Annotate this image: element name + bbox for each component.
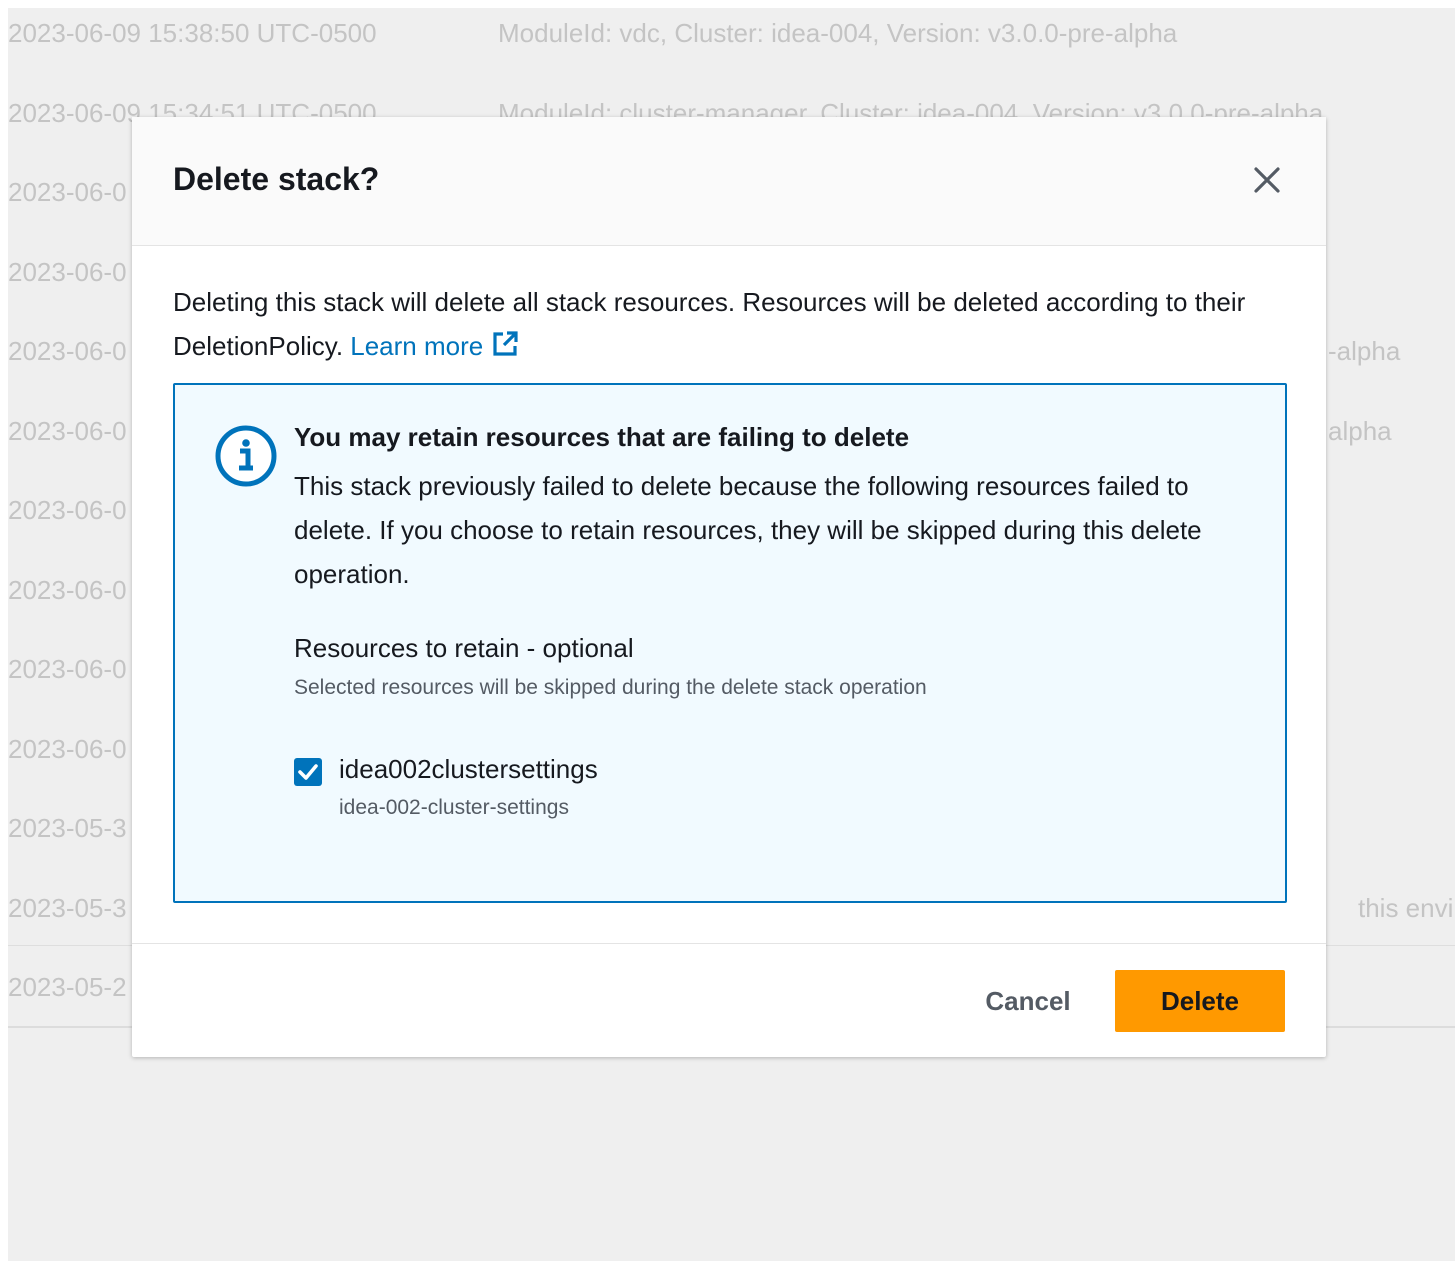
delete-button[interactable]: Delete: [1115, 970, 1285, 1032]
event-description: ModuleId: vdc, Cluster: idea-004, Versio…: [498, 18, 1178, 48]
event-timestamp: 2023-05-3: [8, 813, 127, 843]
resource-checkbox[interactable]: [294, 758, 322, 786]
event-timestamp: 2023-06-0: [8, 415, 127, 446]
event-timestamp: 2023-06-09 15:38:50 UTC-0500: [8, 18, 377, 48]
delete-stack-modal: Delete stack? Deleting this stack will d…: [132, 117, 1326, 1057]
info-alert: You may retain resources that are failin…: [173, 383, 1287, 903]
event-description: -alpha: [1328, 336, 1401, 366]
modal-footer: Cancel Delete: [132, 943, 1326, 1058]
learn-more-label: Learn more: [350, 331, 484, 361]
cancel-button[interactable]: Cancel: [958, 970, 1098, 1032]
event-timestamp: 2023-06-0: [8, 177, 127, 207]
intro-text: Deleting this stack will delete all stac…: [173, 287, 1246, 361]
modal-description: Deleting this stack will delete all stac…: [173, 280, 1293, 368]
retain-resources-description: Selected resources will be skipped durin…: [294, 676, 927, 699]
checkmark-icon: [298, 764, 318, 780]
external-link-icon: [493, 331, 518, 356]
info-icon: [215, 425, 277, 487]
alert-body: This stack previously failed to delete b…: [294, 471, 1202, 589]
event-timestamp: 2023-06-0: [8, 574, 127, 605]
modal-header: Delete stack?: [132, 117, 1326, 246]
event-timestamp: 2023-06-0: [8, 336, 127, 366]
retain-resources-label: Resources to retain - optional: [294, 633, 634, 663]
event-timestamp: 2023-05-2: [8, 972, 127, 1002]
event-timestamp: 2023-06-0: [8, 733, 127, 764]
close-icon: [1254, 167, 1280, 193]
event-timestamp: 2023-05-3: [8, 892, 127, 923]
event-timestamp: 2023-06-0: [8, 256, 127, 287]
learn-more-link[interactable]: Learn more: [350, 331, 519, 361]
event-description: this envi: [1358, 892, 1454, 923]
resource-name[interactable]: idea002clustersettings: [339, 754, 598, 785]
table-row: 2023-06-09 15:38:50 UTC-0500 ModuleId: vd…: [8, 8, 1455, 88]
event-description: alpha: [1328, 415, 1392, 446]
resource-physical-id: idea-002-cluster-settings: [339, 796, 569, 819]
event-timestamp: 2023-06-0: [8, 495, 127, 525]
close-button[interactable]: [1250, 163, 1284, 197]
event-timestamp: 2023-06-0: [8, 654, 127, 684]
modal-title: Delete stack?: [173, 161, 380, 197]
alert-title: You may retain resources that are failin…: [294, 422, 910, 452]
